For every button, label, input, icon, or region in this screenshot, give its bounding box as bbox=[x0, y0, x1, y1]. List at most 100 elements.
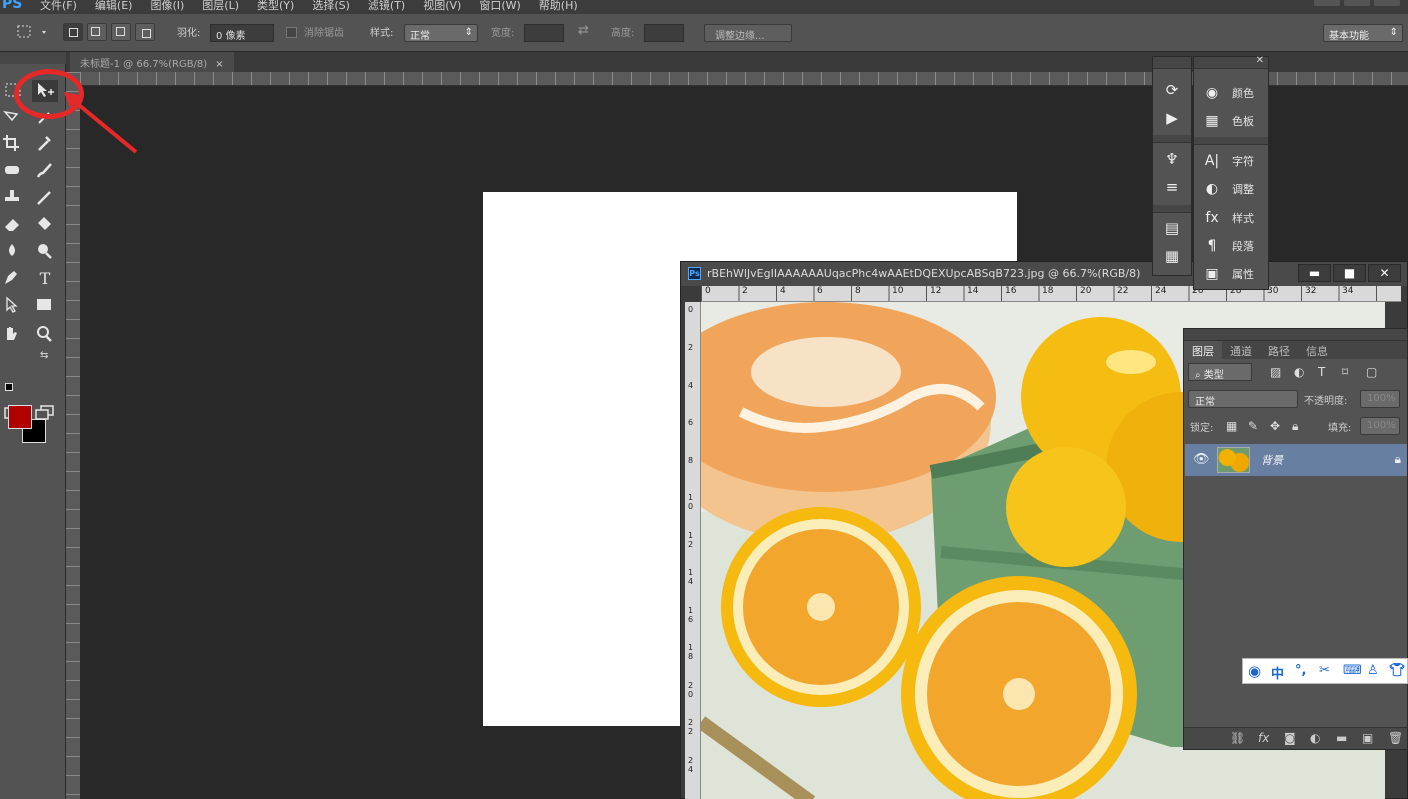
swap-dimensions-icon[interactable]: ⇄ bbox=[578, 23, 589, 38]
filter-pixel-icon[interactable]: ▨ bbox=[1270, 365, 1281, 379]
properties-panel-item[interactable]: ▣ 属性 bbox=[1202, 263, 1254, 285]
ime-user-icon[interactable]: ♙ bbox=[1367, 663, 1379, 678]
blend-mode-select[interactable]: 正常 bbox=[1188, 390, 1298, 408]
image-window-titlebar[interactable]: Ps rBEhWlJvEgIIAAAAAAUqacPhc4wAAEtDQEXUp… bbox=[681, 262, 1407, 286]
ime-mode-indicator[interactable]: 中 bbox=[1271, 663, 1284, 682]
feather-input[interactable]: 0 像素 bbox=[210, 24, 274, 42]
menu-view[interactable]: 视图(V) bbox=[423, 0, 461, 13]
add-mask-icon[interactable]: ◙ bbox=[1284, 731, 1296, 745]
new-adjustment-icon[interactable]: ◐ bbox=[1310, 731, 1320, 745]
lock-transparent-icon[interactable]: ▦ bbox=[1226, 419, 1237, 433]
menu-file[interactable]: 文件(F) bbox=[40, 0, 77, 13]
app-restore-button[interactable] bbox=[1344, 0, 1370, 6]
swatches-panel-item[interactable]: ▦ 色板 bbox=[1202, 110, 1254, 132]
hand-tool-icon[interactable] bbox=[0, 324, 26, 346]
actions-panel-icon[interactable]: ▶ bbox=[1161, 109, 1183, 129]
screen-mode-icon[interactable] bbox=[32, 403, 58, 425]
refine-edge-button[interactable]: 调整边缘... bbox=[704, 24, 792, 42]
workspace-select[interactable]: 基本功能 ⇕ bbox=[1323, 24, 1403, 42]
app-minimize-button[interactable] bbox=[1314, 0, 1340, 6]
menu-filter[interactable]: 滤镜(T) bbox=[368, 0, 405, 13]
zoom-tool-icon[interactable] bbox=[32, 324, 58, 346]
clone-stamp-tool-icon[interactable] bbox=[0, 187, 26, 209]
image-maximize-button[interactable]: ■ bbox=[1333, 264, 1366, 282]
history-panel-icon[interactable]: ⟳ bbox=[1161, 81, 1183, 101]
intersect-selection-button[interactable] bbox=[135, 23, 155, 41]
color-panel-item[interactable]: ◉ 颜色 bbox=[1202, 82, 1254, 104]
icon-strip-header[interactable] bbox=[1153, 57, 1191, 69]
layer-row[interactable]: 👁︎ 背景 🔒︎ bbox=[1185, 444, 1407, 476]
image-close-button[interactable]: ✕ bbox=[1368, 264, 1401, 282]
tool-preset-picker[interactable] bbox=[14, 22, 52, 40]
default-colors-icon[interactable] bbox=[5, 383, 13, 391]
character-panel-item[interactable]: A| 字符 bbox=[1202, 150, 1254, 172]
filter-adjustment-icon[interactable]: ◐ bbox=[1294, 365, 1304, 379]
adjustments-panel-item[interactable]: ◐ 调整 bbox=[1202, 178, 1254, 200]
path-selection-tool-icon[interactable] bbox=[0, 295, 26, 317]
antialias-checkbox[interactable] bbox=[286, 27, 297, 38]
menu-layer[interactable]: 图层(L) bbox=[202, 0, 239, 13]
lock-image-icon[interactable]: ✎ bbox=[1248, 419, 1258, 433]
image-minimize-button[interactable]: ▬ bbox=[1298, 264, 1331, 282]
tab-info[interactable]: 信息 bbox=[1298, 341, 1336, 359]
new-selection-button[interactable] bbox=[63, 23, 83, 41]
opacity-input[interactable]: 100% bbox=[1360, 390, 1400, 408]
lock-all-icon[interactable]: 🔒︎ bbox=[1292, 419, 1298, 434]
dock-close-icon[interactable]: ✕ bbox=[1256, 55, 1264, 66]
style-select[interactable]: 正常 ⇕ bbox=[404, 24, 478, 42]
menu-window[interactable]: 窗口(W) bbox=[479, 0, 520, 13]
tab-layers[interactable]: 图层 bbox=[1184, 341, 1222, 359]
ime-punctuation-icon[interactable]: °, bbox=[1295, 663, 1306, 678]
swap-colors-icon[interactable]: ⇆ bbox=[40, 350, 48, 361]
brush-tool-icon[interactable] bbox=[32, 160, 58, 182]
ime-keyboard-icon[interactable]: ⌨ bbox=[1343, 663, 1362, 678]
layers-panel-header[interactable] bbox=[1184, 329, 1407, 341]
tools-panel-grip[interactable] bbox=[0, 52, 66, 64]
new-group-icon[interactable]: ▬ bbox=[1336, 731, 1347, 745]
menu-help[interactable]: 帮助(H) bbox=[539, 0, 578, 13]
filter-smart-object-icon[interactable]: ▢ bbox=[1366, 365, 1377, 379]
add-selection-button[interactable] bbox=[87, 23, 107, 41]
menu-select[interactable]: 选择(S) bbox=[312, 0, 350, 13]
comments-panel-icon[interactable]: ▦ bbox=[1161, 247, 1183, 267]
blur-tool-icon[interactable] bbox=[0, 241, 26, 263]
ime-skin-icon[interactable]: 👕︎ bbox=[1389, 663, 1406, 678]
tab-channels[interactable]: 通道 bbox=[1222, 341, 1260, 359]
delete-layer-icon[interactable]: 🗑︎ bbox=[1388, 731, 1403, 745]
ime-scissors-icon[interactable]: ✂ bbox=[1319, 663, 1330, 678]
paint-bucket-tool-icon[interactable] bbox=[32, 214, 58, 236]
healing-brush-tool-icon[interactable] bbox=[0, 160, 26, 182]
document-tab[interactable]: 未标题-1 @ 66.7%(RGB/8) × bbox=[70, 52, 234, 72]
menu-type[interactable]: 类型(Y) bbox=[257, 0, 294, 13]
tool-presets-icon[interactable]: ♆ bbox=[1161, 150, 1183, 170]
ime-logo-icon[interactable]: ◉ bbox=[1248, 662, 1261, 680]
lock-position-icon[interactable]: ✥ bbox=[1270, 419, 1280, 433]
subtract-selection-button[interactable] bbox=[111, 23, 131, 41]
brush-presets-icon[interactable]: ≡ bbox=[1161, 178, 1183, 198]
fill-input[interactable]: 100% bbox=[1360, 417, 1400, 435]
menu-image[interactable]: 图像(I) bbox=[150, 0, 184, 13]
layer-fx-icon[interactable]: fx bbox=[1258, 731, 1269, 745]
link-layers-icon[interactable]: ⛓ bbox=[1230, 731, 1245, 745]
dock-header[interactable]: ✕ bbox=[1194, 55, 1268, 69]
pen-tool-icon[interactable] bbox=[0, 268, 26, 290]
width-input[interactable] bbox=[524, 24, 564, 42]
styles-panel-item[interactable]: fx 样式 bbox=[1202, 207, 1254, 229]
filter-type-icon[interactable]: T bbox=[1318, 365, 1325, 379]
document-tab-close-icon[interactable]: × bbox=[215, 59, 223, 70]
tab-paths[interactable]: 路径 bbox=[1260, 341, 1298, 359]
layer-filter-select[interactable]: ⌕ 类型 bbox=[1188, 363, 1252, 381]
type-tool-icon[interactable]: T bbox=[32, 268, 58, 290]
new-layer-icon[interactable]: ▣ bbox=[1362, 731, 1373, 745]
height-input[interactable] bbox=[644, 24, 684, 42]
paragraph-panel-item[interactable]: ¶ 段落 bbox=[1202, 235, 1254, 257]
eraser-tool-icon[interactable] bbox=[0, 214, 26, 236]
eye-icon[interactable]: 👁︎ bbox=[1193, 452, 1210, 467]
rectangle-tool-icon[interactable] bbox=[32, 295, 58, 317]
filter-shape-icon[interactable]: ⌑ bbox=[1342, 365, 1348, 379]
crop-tool-icon[interactable] bbox=[0, 133, 26, 155]
notes-panel-icon[interactable]: ▤ bbox=[1161, 219, 1183, 239]
foreground-color-swatch[interactable] bbox=[8, 405, 32, 429]
history-brush-tool-icon[interactable] bbox=[32, 187, 58, 209]
dodge-tool-icon[interactable] bbox=[32, 241, 58, 263]
